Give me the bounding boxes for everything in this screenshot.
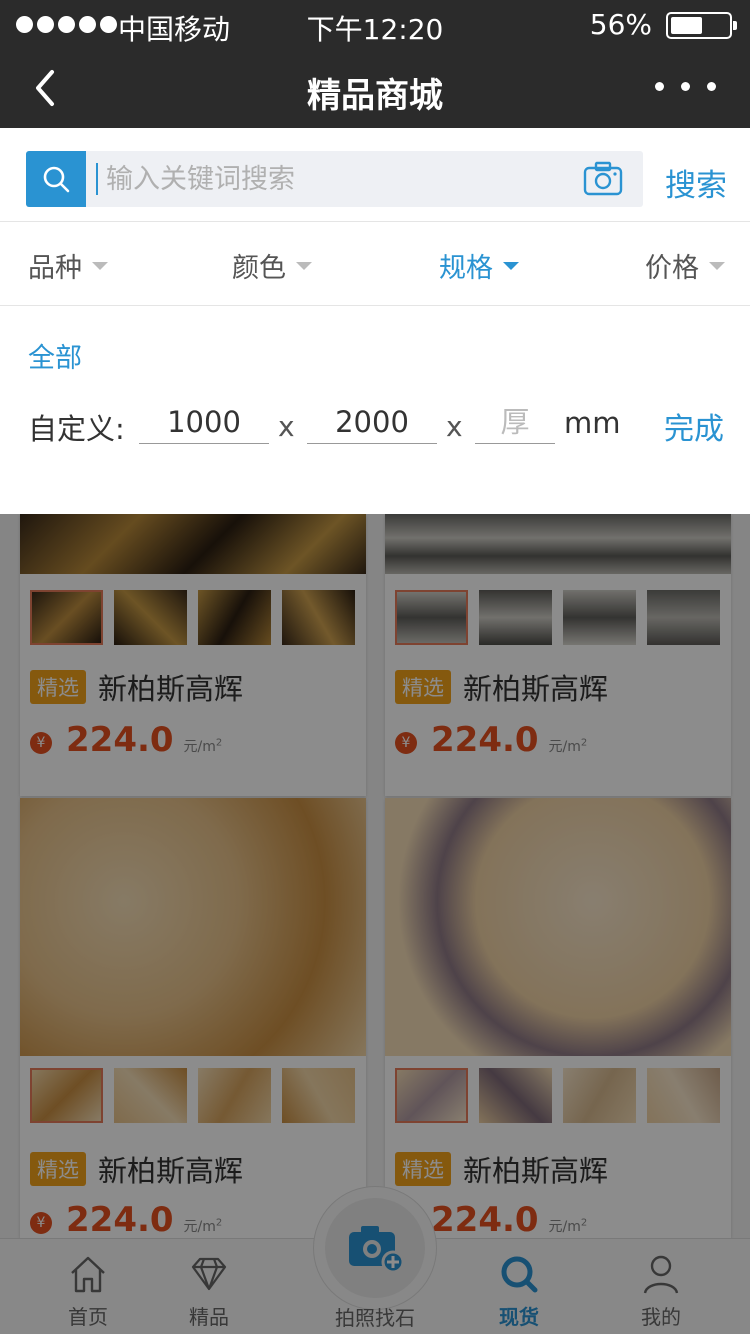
search-input[interactable] (96, 163, 556, 195)
filter-spec[interactable]: 规格 (439, 246, 519, 285)
chevron-down-icon (296, 261, 312, 270)
times-separator: x (278, 410, 295, 443)
length-field[interactable]: 2000 (307, 400, 437, 444)
search-bar: 搜索 (0, 128, 750, 222)
thickness-field[interactable]: 厚 (475, 400, 555, 444)
spec-all-option[interactable]: 全部 (28, 336, 82, 375)
status-bar: 中国移动 下午12:20 56% (0, 0, 750, 50)
filter-tabs: 品种 颜色 规格 价格 (0, 222, 750, 306)
page-title: 精品商城 (307, 76, 443, 116)
filter-price[interactable]: 价格 (645, 246, 725, 285)
unit-label: mm (564, 406, 621, 440)
filter-color[interactable]: 颜色 (232, 246, 312, 285)
filter-label: 规格 (439, 253, 493, 284)
search-box (26, 151, 643, 207)
chevron-down-icon (503, 261, 519, 270)
battery-level (671, 17, 703, 34)
chevron-down-icon (709, 261, 725, 270)
filter-panel: 搜索 品种 颜色 规格 价格 全部 自定义: 1000 x 2000 x 厚 m… (0, 128, 750, 514)
search-icon-button[interactable] (26, 151, 86, 207)
navigation-bar: 精品商城 (0, 50, 750, 128)
filter-variety[interactable]: 品种 (28, 246, 108, 285)
filter-label: 价格 (645, 253, 699, 284)
camera-icon[interactable] (583, 161, 623, 197)
more-icon[interactable] (655, 82, 716, 91)
width-field[interactable]: 1000 (139, 400, 269, 444)
battery-percent: 56% (589, 8, 652, 41)
battery-icon (666, 12, 737, 39)
done-button[interactable]: 完成 (664, 404, 724, 448)
times-separator: x (446, 410, 463, 443)
custom-size-label: 自定义: (28, 412, 125, 446)
search-button[interactable]: 搜索 (665, 160, 727, 205)
filter-label: 品种 (28, 253, 82, 284)
chevron-down-icon (92, 261, 108, 270)
filter-label: 颜色 (232, 253, 286, 284)
search-icon (43, 166, 70, 193)
